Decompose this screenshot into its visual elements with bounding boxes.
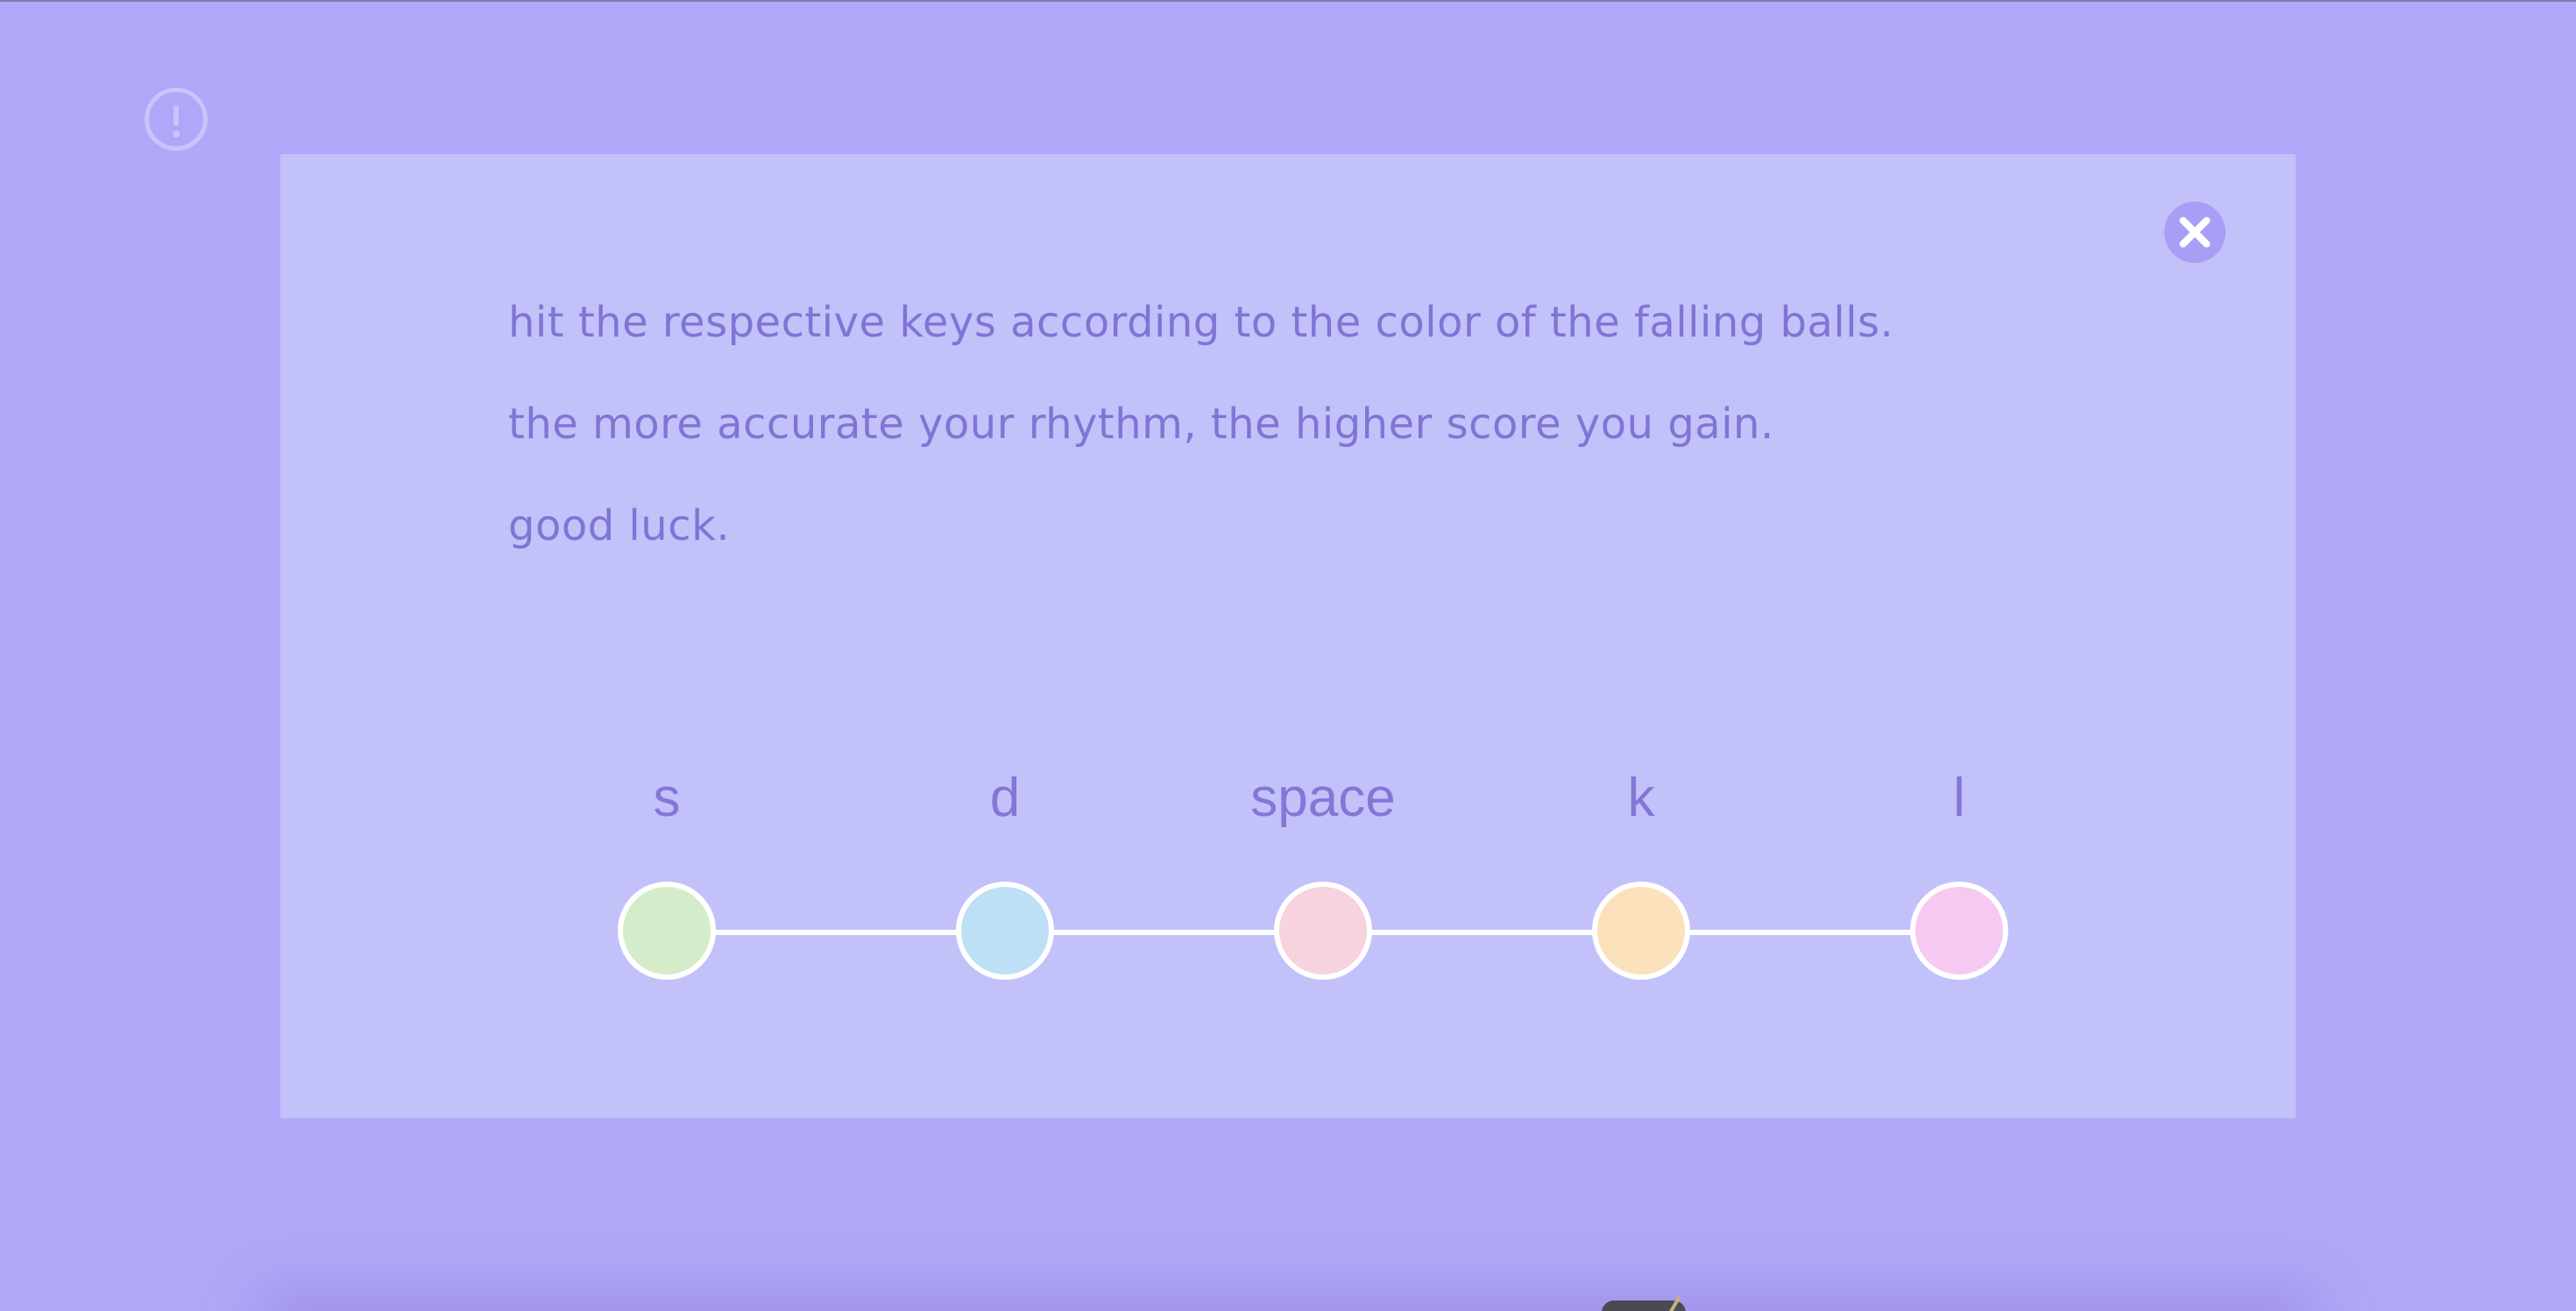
key-ball bbox=[1592, 882, 1690, 980]
info-icon-bar bbox=[173, 105, 179, 126]
key-label: space bbox=[1250, 768, 1396, 828]
key-map: s d space k l bbox=[280, 154, 2296, 1118]
info-icon-dot bbox=[173, 131, 180, 138]
instructions-dialog: hit the respective keys according to the… bbox=[280, 154, 2296, 1118]
key-ball bbox=[1274, 882, 1372, 980]
key-ball bbox=[956, 882, 1054, 980]
key-ball bbox=[618, 882, 716, 980]
dock-handle bbox=[1602, 1295, 1686, 1311]
bottom-shadow bbox=[263, 1293, 2313, 1311]
game-screen: { "instructions": { "lines": [ "hit the … bbox=[0, 0, 2576, 1311]
key-ball bbox=[1910, 882, 2008, 980]
key-label: d bbox=[989, 768, 1021, 828]
key-label: s bbox=[653, 768, 681, 828]
info-icon[interactable] bbox=[145, 88, 208, 151]
key-label: l bbox=[1953, 768, 1965, 828]
key-label: k bbox=[1627, 768, 1655, 828]
